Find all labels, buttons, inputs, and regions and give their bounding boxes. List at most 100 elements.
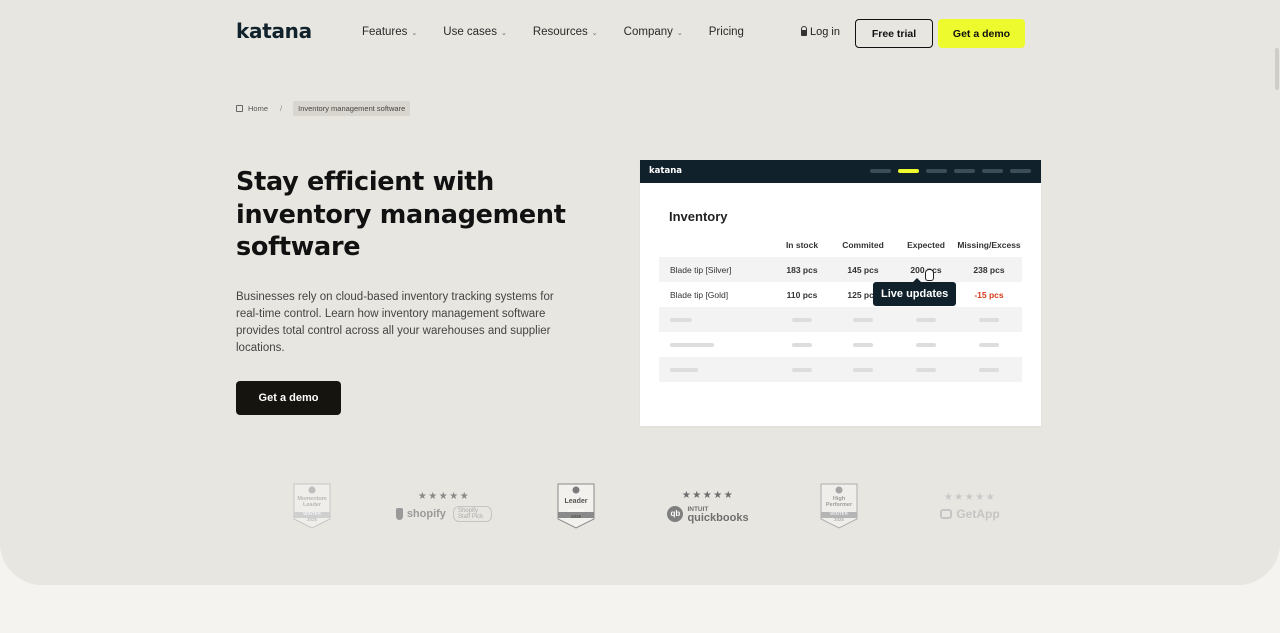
placeholder-bar [670, 342, 714, 347]
getapp-logo: GetApp [940, 506, 1000, 521]
placeholder-row [659, 357, 1022, 382]
nav-use-cases[interactable]: Use cases ⌄ [443, 26, 507, 38]
chevron-down-icon: ⌄ [591, 30, 598, 37]
g2-badge-icon: High Performer WINTER 2025 [820, 483, 858, 529]
scrollbar-thumb[interactable] [1275, 48, 1279, 90]
home-icon [236, 105, 243, 112]
scrollbar[interactable] [1274, 0, 1280, 633]
row-missing: 238 pcs [973, 264, 1005, 275]
badge-season: WINTER [567, 508, 585, 513]
placeholder-bar [792, 317, 812, 322]
placeholder-cell [838, 332, 888, 357]
mockup-dot [982, 169, 1003, 173]
get-demo-header-button[interactable]: Get a demo [938, 19, 1025, 48]
mockup-dot [954, 169, 975, 173]
placeholder-cell [838, 357, 888, 382]
placeholder-cell [777, 332, 827, 357]
g2-badge-icon: Momentum Leader WINTER 2025 [293, 483, 331, 529]
table-row: Blade tip [Gold] 110 pcs 125 pcs -15 pcs [659, 282, 1022, 307]
award-momentum-leader: Momentum Leader WINTER 2025 [292, 478, 332, 534]
placeholder-cell [901, 307, 951, 332]
badge-year: 2025 [570, 514, 581, 519]
row-name: Blade tip [Silver] [670, 264, 732, 275]
placeholder-row [659, 307, 1022, 332]
hero-description: Businesses rely on cloud-based inventory… [236, 291, 554, 354]
badge-title: Leader [564, 498, 588, 505]
getapp-name: GetApp [956, 506, 1000, 521]
nav-use-cases-label: Use cases [443, 26, 497, 38]
badge-season: WINTER [303, 511, 321, 516]
inventory-mockup: katana Inventory In stock Commited Expec… [640, 160, 1041, 426]
breadcrumb-separator: / [280, 104, 283, 113]
quickbooks-wordmark: INTUIT quickbooks [687, 505, 749, 524]
nav-features-label: Features [362, 26, 408, 38]
col-in-stock: In stock [785, 240, 819, 250]
shopify-logo: shopify Shopify Staff Pick [396, 505, 492, 522]
badge-year: 2025 [306, 517, 317, 522]
placeholder-bar [979, 367, 999, 372]
chevron-down-icon: ⌄ [676, 30, 683, 37]
main-nav: Features ⌄ Use cases ⌄ Resources ⌄ Company ⌄… [362, 26, 770, 38]
nav-pricing-label: Pricing [708, 26, 744, 38]
placeholder-bar [916, 342, 936, 347]
nav-company[interactable]: Company ⌄ [624, 26, 683, 38]
placeholder-cell [670, 332, 770, 357]
chevron-down-icon: ⌄ [500, 30, 507, 37]
placeholder-cell [957, 332, 1021, 357]
shopify-bag-icon [396, 507, 403, 520]
mockup-logo: katana [649, 166, 682, 176]
placeholder-bar [670, 317, 692, 322]
col-expected: Expected [907, 240, 945, 250]
placeholder-bar [792, 367, 812, 372]
breadcrumb-home[interactable]: Home [248, 104, 268, 113]
chevron-down-icon: ⌄ [411, 30, 418, 37]
row-commited: 145 pcs [847, 264, 879, 275]
quickbooks-logo: qb INTUIT quickbooks [667, 505, 749, 524]
award-getapp: ★★★★★ GetApp [934, 478, 1006, 534]
nav-resources-label: Resources [532, 26, 588, 38]
mockup-dot-active [898, 169, 919, 173]
nav-pricing[interactable]: Pricing [709, 26, 744, 38]
col-commited: Commited [842, 240, 884, 250]
placeholder-bar [853, 367, 873, 372]
award-leader: Leader WINTER 2025 [556, 478, 596, 534]
nav-features[interactable]: Features ⌄ [362, 26, 417, 38]
placeholder-bar [916, 317, 936, 322]
breadcrumb: Home / Inventory management software [236, 101, 411, 116]
table-header: In stock Commited Expected Missing/Exces… [659, 237, 1022, 253]
star-rating-icon: ★★★★★ [943, 491, 997, 503]
quickbooks-name: quickbooks [687, 511, 749, 524]
login-link[interactable]: Log in [801, 26, 840, 38]
login-label: Log in [810, 26, 840, 38]
shopify-staff-pick: Shopify Staff Pick [452, 505, 492, 522]
get-demo-button[interactable]: Get a demo [236, 381, 341, 415]
placeholder-cell [670, 307, 770, 332]
quickbooks-icon: qb [667, 505, 684, 522]
placeholder-cell [777, 307, 827, 332]
col-missing-excess: Missing/Excess [957, 240, 1021, 250]
nav-resources[interactable]: Resources ⌄ [533, 26, 598, 38]
badge-title: Momentum Leader [297, 496, 327, 508]
awards-strip: Momentum Leader WINTER 2025 ★★★★★ shopif… [200, 478, 1080, 534]
free-trial-button[interactable]: Free trial [855, 19, 933, 48]
lock-icon [801, 26, 807, 36]
shopify-name: shopify [406, 507, 446, 520]
katana-logo[interactable]: katana [236, 19, 312, 43]
mockup-nav-dots [870, 169, 1031, 173]
getapp-icon [940, 508, 953, 519]
table-row: Blade tip [Silver] 183 pcs 145 pcs 200 p… [659, 257, 1022, 282]
mockup-dot [1010, 169, 1031, 173]
star-rating-icon: ★★★★★ [417, 490, 471, 502]
award-quickbooks: ★★★★★ qb INTUIT quickbooks [666, 478, 750, 534]
page-title: Stay efficient with inventory management… [236, 167, 566, 262]
placeholder-bar [792, 342, 812, 347]
placeholder-cell [901, 332, 951, 357]
placeholder-bar [916, 367, 936, 372]
inventory-title: Inventory [669, 209, 728, 224]
mockup-dot [870, 169, 891, 173]
award-high-performer: High Performer WINTER 2025 [819, 478, 859, 534]
placeholder-bar [670, 367, 698, 372]
placeholder-cell [901, 357, 951, 382]
award-shopify: ★★★★★ shopify Shopify Staff Pick [396, 478, 492, 534]
row-in-stock: 183 pcs [786, 264, 818, 275]
